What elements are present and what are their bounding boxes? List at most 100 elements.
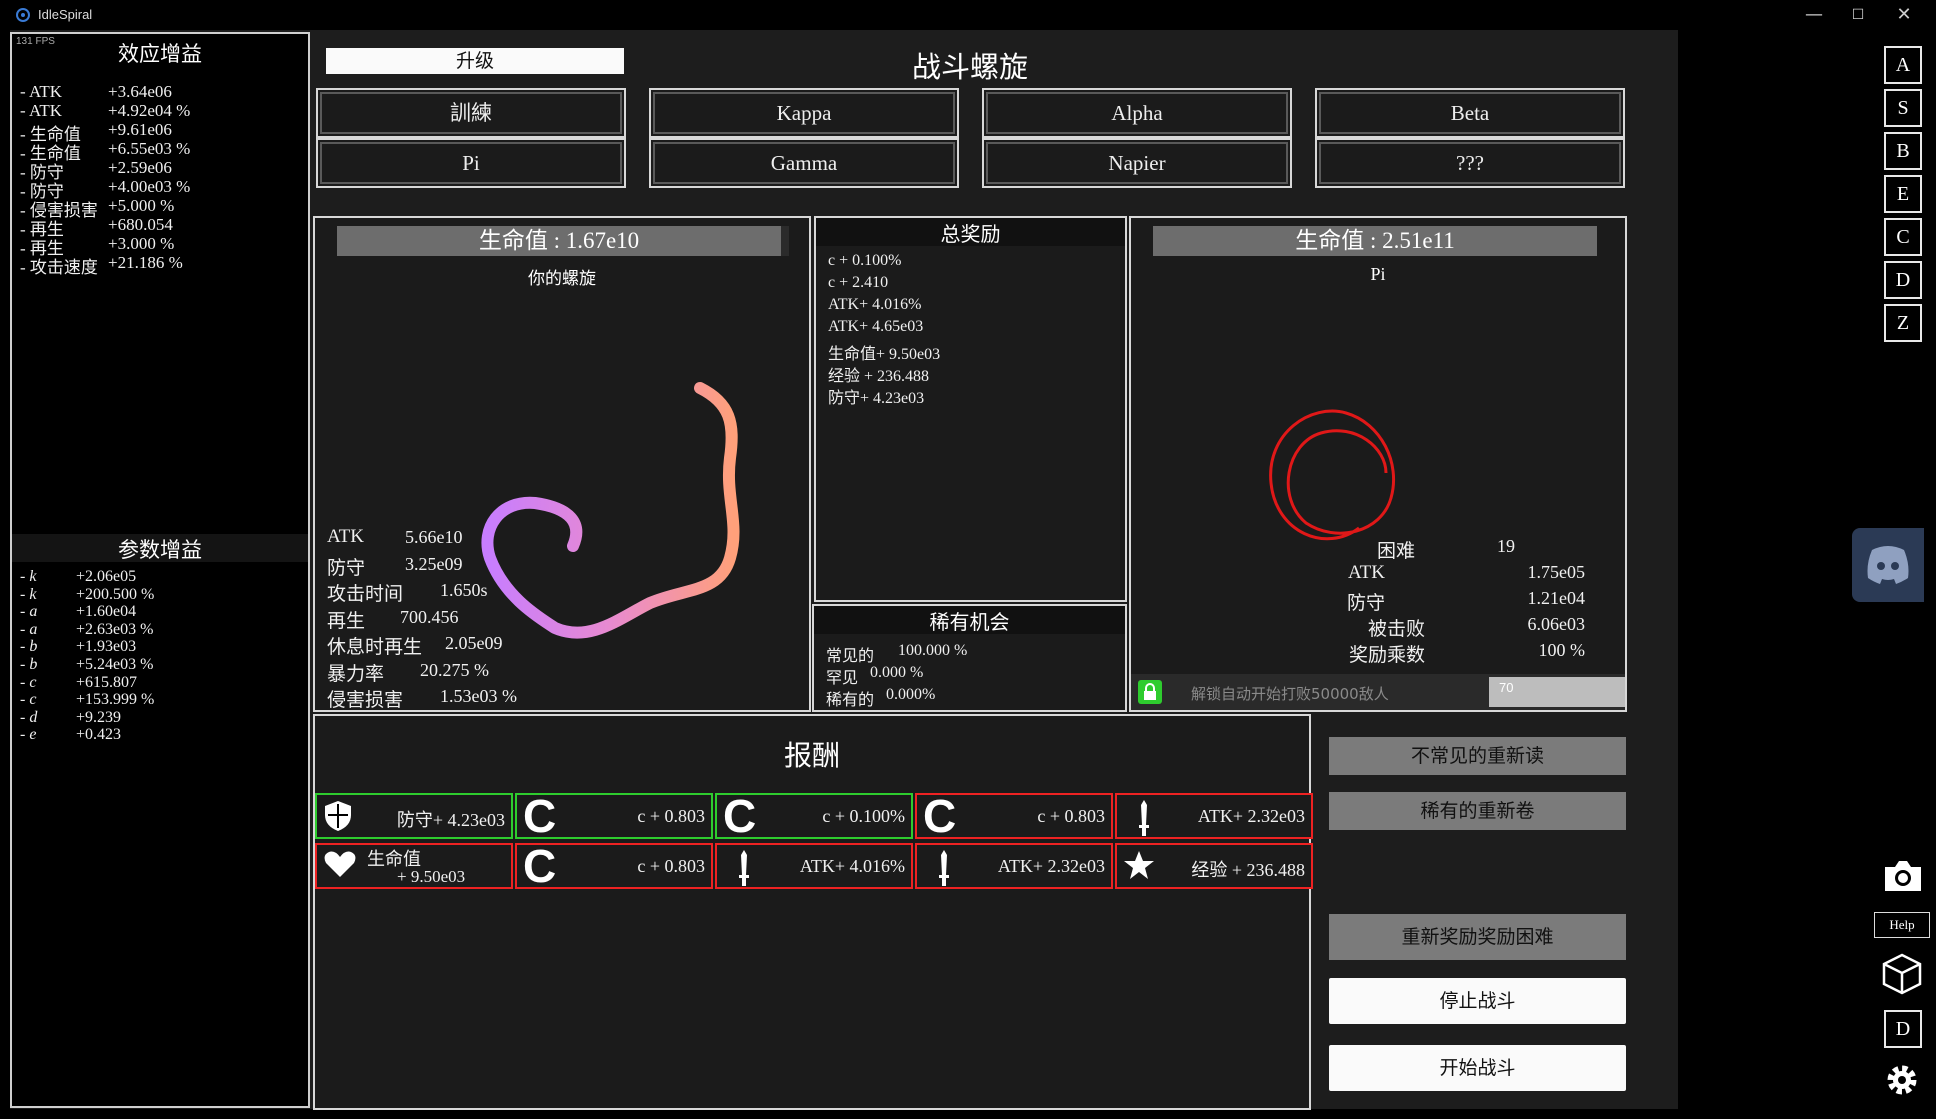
tab-5[interactable]: Pi [316,138,626,188]
reroll-uncommon-button[interactable]: 不常见的重新读 [1329,737,1626,775]
param-value: +2.63e03 % [76,620,154,638]
enemy-stat-label: 困难 [1376,541,1415,562]
camera-icon[interactable] [1882,858,1924,894]
effect-value: +680.054 [108,215,173,234]
sidebar-button-c[interactable]: C [1884,218,1922,256]
player-panel: 生命值 : 1.67e10 你的螺旋 ATK 5.66e10 防守 3.25e09 攻击… [313,216,811,712]
settings-gear-icon[interactable] [1884,1062,1920,1098]
reward-card[interactable]: ATK+ 2.32e03 [915,843,1113,889]
reward-card[interactable]: Cc + 0.100% [715,793,913,839]
sidebar-button-z[interactable]: Z [1884,304,1922,342]
discord-button[interactable] [1852,528,1924,602]
effect-value: +3.000 % [108,234,175,253]
reward-text: ATK+ 4.016% [799,856,905,876]
reward-card[interactable]: Cc + 0.803 [515,843,713,889]
enemy-stat-label: 奖励乘数 [1348,645,1425,666]
reward-card[interactable]: ATK+ 2.32e03 [1115,793,1313,839]
effect-name: - ATK [20,82,63,101]
effect-value: +9.61e06 [108,120,172,139]
tab-3[interactable]: Alpha [982,88,1292,138]
total-rewards-title: 总奖励 [940,222,1001,246]
rare-chance-label: 稀有的 [826,692,875,709]
lock-icon[interactable] [1137,679,1163,705]
rare-chance-label: 常见的 [826,648,875,665]
cube-icon[interactable] [1880,952,1924,996]
maximize-button[interactable]: ☐ [1836,2,1880,28]
player-hp-bar: 生命值 : 1.67e10 [337,226,781,256]
sidebar-button-s[interactable]: S [1884,89,1922,127]
enemy-stat-label: 防守 [1346,593,1385,614]
upgrade-button[interactable]: 升级 [326,48,624,74]
param-name: - e [20,726,37,744]
rare-chance-value: 0.000% [886,686,936,703]
reward-card[interactable]: 经验 + 236.488 [1115,843,1313,889]
player-stat-value: 700.456 [400,606,459,627]
player-stat-label: 休息时再生 [327,637,423,658]
player-stat-label: 暴力率 [327,663,385,685]
d-button[interactable]: D [1884,1010,1922,1048]
sidebar-button-d[interactable]: D [1884,261,1922,299]
reward-text: ATK+ 2.32e03 [997,856,1105,876]
sidebar-button-a[interactable]: A [1884,46,1922,84]
player-stat-value: 20.275 % [420,659,489,680]
minimize-button[interactable]: — [1792,2,1836,28]
tab-8[interactable]: ??? [1315,138,1625,188]
reward-card[interactable]: ATK+ 4.016% [715,843,913,889]
effect-value: +4.92e04 % [108,101,191,120]
rewards-panel: 报酬 [313,714,1311,1110]
c-letter-icon: C [923,790,957,842]
close-button[interactable]: ✕ [1882,2,1926,28]
player-stat-value: 5.66e10 [405,527,463,547]
page-title: 战斗螺旋 [911,50,1028,84]
reroll-rare-button[interactable]: 稀有的重新卷 [1329,792,1626,830]
reward-text: ATK+ 2.32e03 [1197,806,1305,826]
effect-name: - ATK [20,101,63,120]
stop-battle-button[interactable]: 停止战斗 [1329,978,1626,1024]
rewards-title: 报酬 [783,739,840,772]
enemy-hp-bar: 生命值 : 2.51e11 [1153,226,1597,256]
player-stat-label: 再生 [327,610,366,632]
enemy-spiral [1269,409,1396,541]
param-name: - k [20,568,37,585]
reward-card[interactable]: 生命值 + 9.50e03 [315,843,513,889]
c-letter-icon: C [523,840,557,892]
help-button[interactable]: Help [1874,912,1930,938]
param-value: +1.93e03 [76,638,137,656]
reward-text: c + 0.803 [637,856,705,876]
total-reward-item: 经验 + 236.488 [828,368,930,385]
player-stat-label: 侵害损害 [327,690,404,711]
sidebar-button-b[interactable]: B [1884,132,1922,170]
enemy-panel: 生命值 : 2.51e11 Pi 困难 19 ATK 1.75e05 防守 1.21e04… [1129,216,1627,712]
player-stat-value: 1.650s [440,580,488,600]
reward-card[interactable]: Cc + 0.803 [915,793,1113,839]
param-value: +0.423 [76,726,122,744]
rare-chance-panel: 稀有机会 常见的 100.000 % 罕见 0.000 % 稀有的 0.000% [812,604,1127,712]
param-name: - k [20,585,37,603]
rare-chance-value: 0.000 % [870,664,924,681]
enemy-stat-value: 19 [1497,536,1515,556]
param-name: - c [20,691,37,709]
tab-7[interactable]: Napier [982,138,1292,188]
params-title: 参数增益 [118,538,202,562]
tab-2[interactable]: Kappa [649,88,959,138]
reward-difficulty-button[interactable]: 重新奖励奖励困难 [1329,914,1626,960]
tab-6[interactable]: Gamma [649,138,959,188]
player-stat-value: 1.53e03 % [440,686,517,706]
tab-1[interactable]: 訓練 [316,88,626,138]
total-reward-item: 防守+ 4.23e03 [828,390,925,407]
sidebar-button-e[interactable]: E [1884,175,1922,213]
auto-start-label: 解锁自动开始打败50000敌人 [1191,685,1389,703]
param-value: +153.999 % [76,691,155,709]
start-battle-button[interactable]: 开始战斗 [1329,1045,1626,1091]
param-value: +5.24e03 % [76,656,154,673]
reward-card[interactable]: 防守+ 4.23e03 [315,793,513,839]
param-name: - d [20,708,38,726]
param-value: +200.500 % [76,585,155,603]
auto-start-bar: 解锁自动开始打败50000敌人 70 [1131,674,1625,710]
tab-4[interactable]: Beta [1315,88,1625,138]
effect-value: +6.55e03 % [108,139,191,158]
auto-start-input[interactable]: 70 [1489,677,1625,707]
reward-card[interactable]: Cc + 0.803 [515,793,713,839]
rare-chance-label: 罕见 [826,670,859,687]
app-icon [16,8,30,22]
